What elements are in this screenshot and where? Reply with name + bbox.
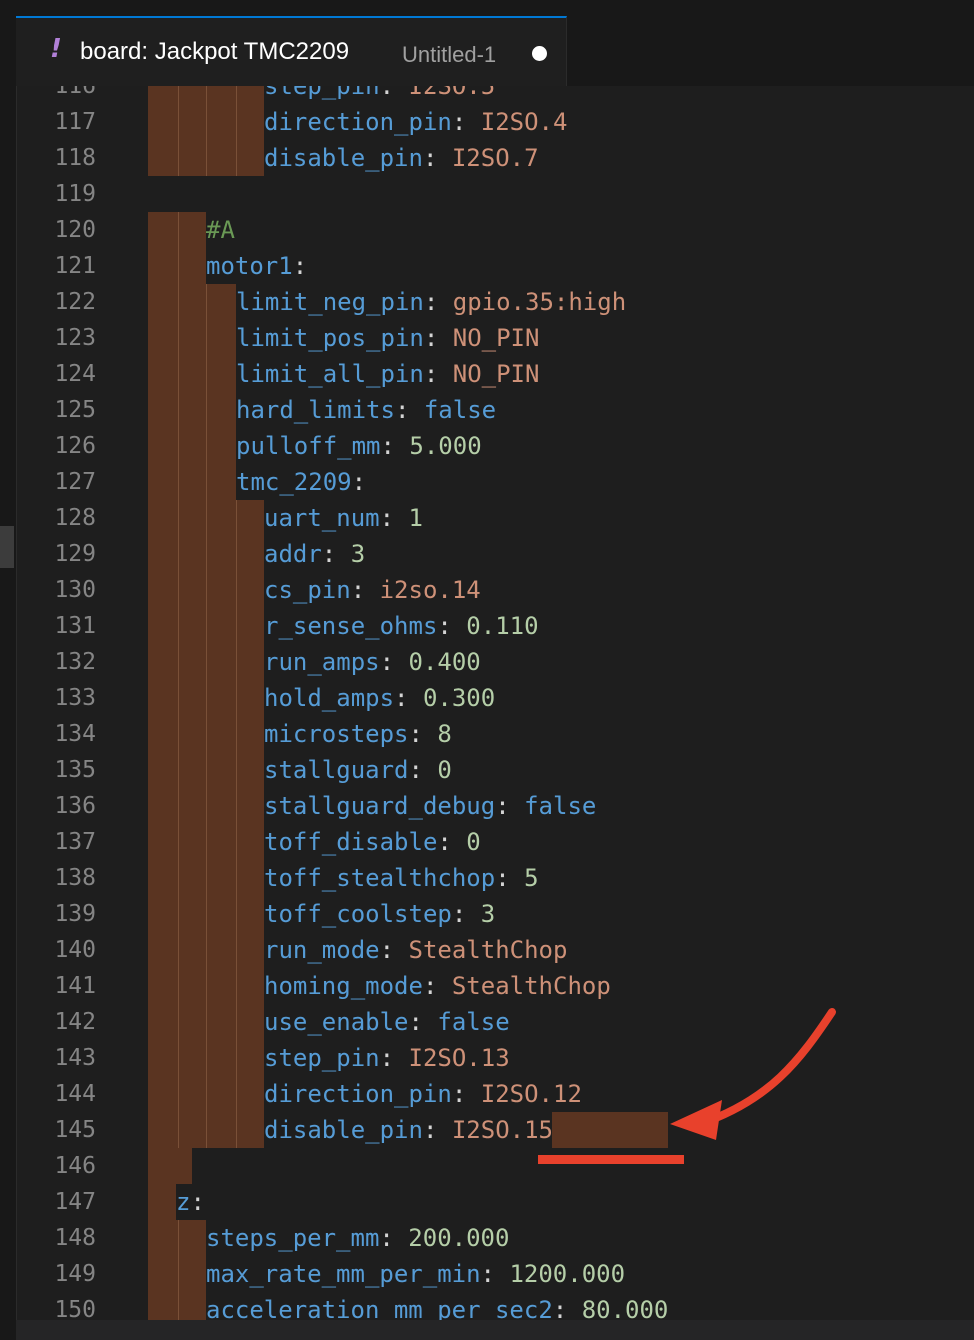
annotation-underline bbox=[538, 1155, 684, 1164]
annotation-overlay bbox=[538, 1008, 836, 1164]
annotation-arrow-head bbox=[670, 1100, 722, 1140]
